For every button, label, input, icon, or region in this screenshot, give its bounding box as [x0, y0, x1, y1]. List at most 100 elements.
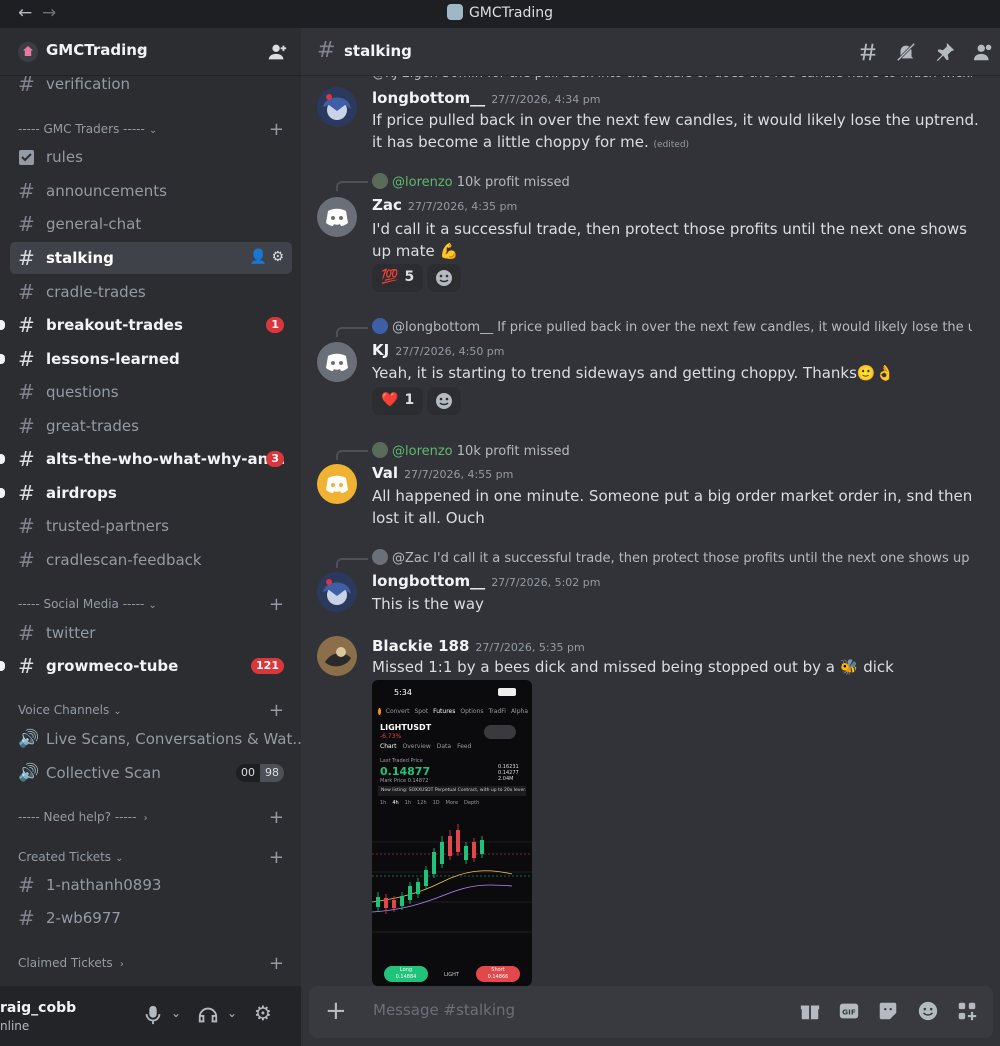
add-channel-icon[interactable]: +	[269, 594, 284, 615]
microphone-icon[interactable]	[142, 1004, 164, 1026]
gif-icon[interactable]: GIF	[838, 1000, 860, 1022]
channel-airdrops[interactable]: # airdrops	[0, 477, 292, 509]
reaction-button[interactable]: ❤️ 1	[372, 387, 424, 415]
add-reaction-button[interactable]	[427, 387, 461, 415]
category-gmc-traders[interactable]: ----- GMC Traders ----- ⌄ +	[18, 119, 292, 140]
avatar[interactable]	[317, 464, 357, 504]
threads-icon[interactable]	[857, 41, 879, 63]
chevron-down-icon[interactable]: ⌄	[171, 1006, 193, 1028]
reply-mention[interactable]: @lorenzo	[392, 175, 453, 190]
channel-announcements[interactable]: # announcements	[10, 175, 292, 207]
subtab-overview[interactable]: Overview	[403, 743, 431, 750]
message-composer[interactable]: + Message #stalking GIF	[309, 986, 993, 1038]
channel-stalking[interactable]: # stalking 👤 ⚙	[10, 242, 292, 274]
channel-twitter[interactable]: # twitter	[10, 617, 292, 649]
short-button[interactable]: Short 0.14866	[476, 966, 520, 982]
channel-trusted-partners[interactable]: # trusted-partners	[10, 510, 292, 542]
message-author[interactable]: Zac 27/7/2026, 4:35 pm	[372, 196, 517, 214]
interval-1d[interactable]: 1D	[433, 800, 440, 806]
avatar[interactable]	[317, 197, 357, 237]
channel-breakout-trades[interactable]: # breakout-trades 1	[0, 309, 292, 341]
add-channel-icon[interactable]: +	[269, 119, 284, 140]
voice-channel-live-scans[interactable]: 🔊 Live Scans, Conversations & Wat...	[10, 723, 301, 755]
avatar[interactable]	[317, 636, 357, 676]
add-channel-icon[interactable]: +	[269, 700, 284, 721]
subtab-feed[interactable]: Feed	[457, 743, 471, 750]
headphones-icon[interactable]	[197, 1004, 219, 1026]
avatar[interactable]	[317, 572, 357, 612]
category-social-media[interactable]: ----- Social Media ----- ⌄ +	[18, 594, 292, 615]
category-need-help[interactable]: ----- Need help? ----- › +	[18, 807, 292, 828]
channel-lessons-learned[interactable]: # lessons-learned	[0, 343, 292, 375]
tab-tradfi[interactable]: TradFi	[489, 708, 506, 715]
channel-great-trades[interactable]: # great-trades	[10, 410, 292, 442]
layout-toggle[interactable]	[484, 725, 516, 739]
author-name[interactable]: longbottom__	[372, 89, 485, 107]
long-button[interactable]: Long 0.14884	[384, 966, 428, 982]
channel-rules[interactable]: rules	[10, 141, 292, 173]
category-voice-channels[interactable]: Voice Channels ⌄ +	[18, 700, 292, 721]
subtab-data[interactable]: Data	[437, 743, 451, 750]
message-author[interactable]: Val 27/7/2026, 4:55 pm	[372, 464, 513, 482]
add-reaction-button[interactable]	[427, 264, 461, 292]
voice-channel-collective-scan[interactable]: 🔊 Collective Scan 00 98	[10, 757, 292, 789]
pin-icon[interactable]	[934, 41, 956, 63]
message-author[interactable]: KJ 27/7/2026, 4:50 pm	[372, 341, 505, 359]
ticket-channel-1[interactable]: # 1-nathanh0893	[10, 869, 292, 901]
reply-preview[interactable]: @lorenzo 10k profit missed	[372, 173, 972, 191]
author-name[interactable]: longbottom__	[372, 572, 485, 590]
reply-preview[interactable]: @Zac I'd call it a successful trade, the…	[372, 549, 972, 567]
channel-growmeco-tube[interactable]: # growmeco-tube 121	[0, 650, 292, 682]
reaction-button[interactable]: 💯 5	[372, 264, 424, 292]
interval-4h[interactable]: 4h	[392, 800, 398, 806]
add-channel-icon[interactable]: +	[269, 807, 284, 828]
message-author[interactable]: longbottom__ 27/7/2026, 4:34 pm	[372, 89, 600, 107]
avatar[interactable]	[317, 87, 357, 127]
chevron-down-icon[interactable]: ⌄	[227, 1006, 249, 1028]
category-created-tickets[interactable]: Created Tickets ⌄ +	[18, 847, 292, 868]
ticket-channel-2[interactable]: # 2-wb6977	[10, 902, 292, 934]
user-name[interactable]: raig_cobb	[0, 1000, 76, 1016]
message-input[interactable]: Message #stalking	[373, 1001, 515, 1019]
author-name[interactable]: Blackie 188	[372, 637, 469, 655]
upload-plus-icon[interactable]: +	[325, 996, 347, 1026]
message-author[interactable]: Blackie 188 27/7/2026, 5:35 pm	[372, 637, 585, 655]
author-name[interactable]: Zac	[372, 196, 402, 214]
reply-preview[interactable]: @lorenzo 10k profit missed	[372, 442, 972, 460]
author-name[interactable]: Val	[372, 464, 398, 482]
tab-spot[interactable]: Spot	[414, 708, 428, 715]
add-channel-icon[interactable]: +	[269, 847, 284, 868]
notification-muted-icon[interactable]	[895, 41, 917, 63]
emoji-icon[interactable]	[917, 1000, 939, 1022]
message-author[interactable]: longbottom__ 27/7/2026, 5:02 pm	[372, 572, 600, 590]
channel-cradle-trades[interactable]: # cradle-trades	[10, 276, 292, 308]
author-name[interactable]: KJ	[372, 341, 389, 359]
channel-verification[interactable]: # verification	[10, 68, 292, 100]
create-invite-icon[interactable]: 👤	[250, 249, 267, 265]
image-attachment[interactable]: 5:34 Convert Spot Futures Options TradFi…	[372, 680, 532, 986]
interval-12h[interactable]: 12h	[417, 800, 427, 806]
reply-preview[interactable]: @longbottom__ If price pulled back in ov…	[372, 318, 972, 336]
interval-more[interactable]: More	[446, 800, 458, 806]
subtab-chart[interactable]: Chart	[380, 743, 397, 750]
avatar[interactable]	[317, 342, 357, 382]
gear-icon[interactable]: ⚙	[271, 249, 284, 265]
category-claimed-tickets[interactable]: Claimed Tickets › +	[18, 953, 292, 974]
reply-mention[interactable]: @lorenzo	[392, 444, 453, 459]
apps-icon[interactable]	[956, 1000, 978, 1022]
channel-alts[interactable]: # alts-the-who-what-why-an... 3	[0, 443, 292, 475]
member-list-icon[interactable]	[973, 41, 995, 63]
tab-options[interactable]: Options	[460, 708, 483, 715]
channel-general-chat[interactable]: # general-chat	[10, 208, 292, 240]
interval-depth[interactable]: Depth	[464, 800, 479, 806]
interval-1h[interactable]: 1h	[380, 800, 386, 806]
gear-icon[interactable]: ⚙	[254, 1001, 276, 1025]
gift-icon[interactable]	[799, 1000, 821, 1022]
tab-futures[interactable]: Futures	[433, 708, 455, 715]
tab-alpha[interactable]: Alpha	[511, 708, 528, 715]
invite-people-icon[interactable]	[266, 41, 288, 63]
interval-1h[interactable]: 1h	[405, 800, 411, 806]
channel-cradlescan-feedback[interactable]: # cradlescan-feedback	[10, 544, 292, 576]
reply-mention[interactable]: @longbottom__	[392, 320, 493, 335]
add-channel-icon[interactable]: +	[269, 953, 284, 974]
